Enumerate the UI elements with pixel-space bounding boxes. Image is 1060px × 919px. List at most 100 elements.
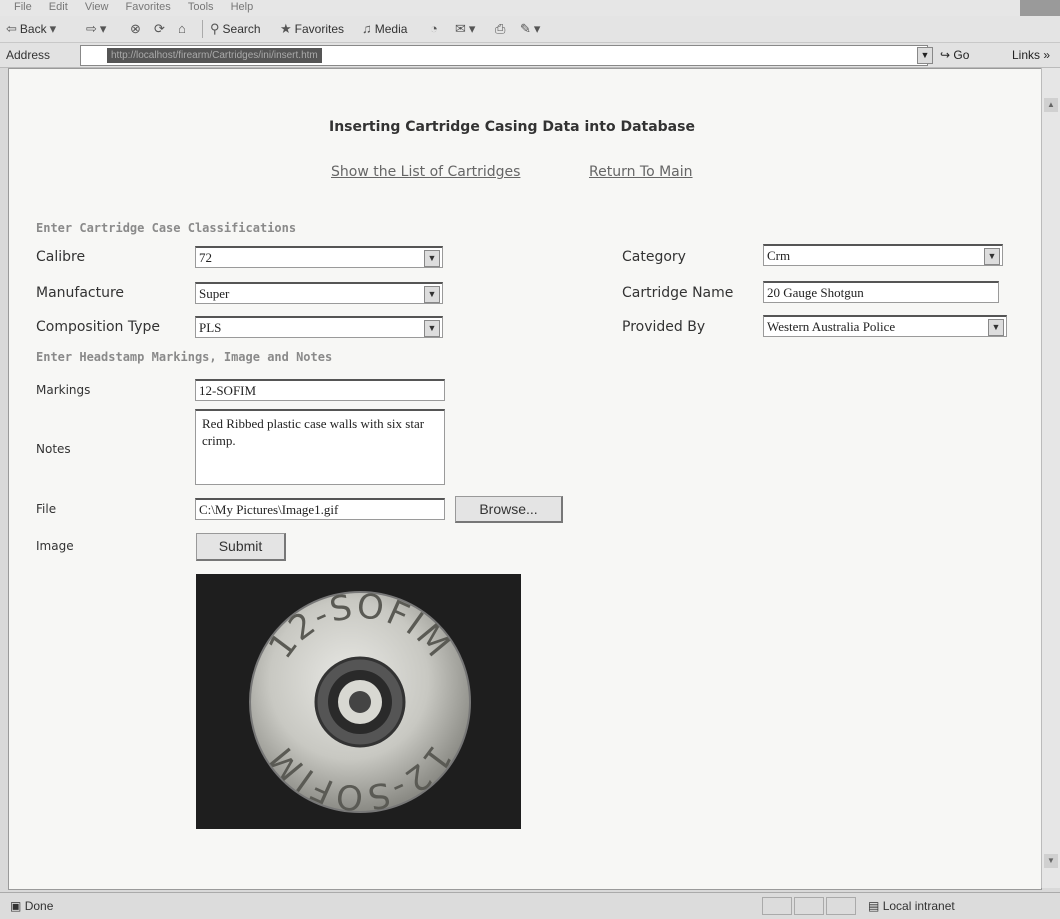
home-icon: ⌂ [178,21,186,36]
edit-icon: ✎ [520,21,531,36]
status-cell [826,897,856,915]
markings-value: 12-SOFIM [199,383,257,398]
history-button[interactable]: ◔ [430,21,438,36]
zone-indicator: ▤ Local intranet [868,899,955,913]
manufacture-select[interactable]: Super ▼ [195,282,443,304]
section-headstamp-heading: Enter Headstamp Markings, Image and Note… [36,350,333,364]
chevron-down-icon: ▾ [533,21,541,36]
calibre-value: 72 [199,250,212,265]
return-main-link[interactable]: Return To Main [589,164,693,180]
windows-logo-icon [1020,0,1060,16]
section-classifications-heading: Enter Cartridge Case Classifications [36,221,297,235]
category-value: Crm [767,248,791,263]
category-label: Category [622,249,686,265]
back-label: Back [19,22,47,36]
menu-bar: File Edit View Favorites Tools Help [0,0,1060,16]
page-done-icon: ▣ [10,899,22,913]
file-value: C:\My Pictures\Image1.gif [199,502,339,517]
address-label: Address [6,48,51,62]
go-button[interactable]: ↪ Go [940,48,969,62]
status-done-label: Done [24,899,54,913]
scroll-up-icon[interactable]: ▲ [1044,98,1058,112]
file-label: File [36,502,57,516]
go-arrow-icon: ↪ [940,48,951,62]
notes-textarea[interactable]: Red Ribbed plastic case walls with six s… [195,409,445,485]
provided-by-select[interactable]: Western Australia Police ▼ [763,315,1007,337]
address-bar: Address http://localhost/firearm/Cartrid… [0,43,1060,68]
chevron-down-icon: ▾ [468,21,476,36]
zone-label: Local intranet [882,899,955,913]
browse-button[interactable]: Browse... [455,496,563,523]
menu-file[interactable]: File [14,1,32,13]
media-button[interactable]: ♫ Media [362,21,407,36]
composition-label: Composition Type [36,319,161,335]
markings-label: Markings [36,383,91,397]
manufacture-value: Super [199,286,230,301]
mail-button[interactable]: ✉ ▾ [455,21,475,37]
show-list-link[interactable]: Show the List of Cartridges [331,164,520,180]
browser-toolbar: ⇦ Back ▾ ⇨ ▾ ⊗ ⟳ ⌂ ⚲ Search ★ Favorites … [0,16,1060,43]
address-input[interactable]: http://localhost/firearm/Cartridges/ini/… [80,45,928,66]
status-text: ▣ Done [10,899,53,913]
toolbar-divider [202,20,203,38]
menu-favorites[interactable]: Favorites [126,1,171,13]
composition-value: PLS [199,320,222,335]
cartridge-name-input[interactable]: 20 Gauge Shotgun [763,281,999,303]
category-select[interactable]: Crm ▼ [763,244,1003,266]
favorites-button[interactable]: ★ Favorites [280,21,344,37]
search-button[interactable]: ⚲ Search [210,21,261,37]
media-label: Media [374,21,408,36]
headstamp-image: 12-SOFIM 12-SOFIM [196,574,521,829]
stop-button[interactable]: ⊗ [130,21,141,37]
provided-by-value: Western Australia Police [767,319,896,334]
refresh-icon: ⟳ [154,21,165,36]
chevron-down-icon[interactable]: ▼ [988,319,1004,336]
calibre-label: Calibre [36,249,86,265]
chevron-down-icon[interactable]: ▼ [424,286,440,303]
provided-by-label: Provided By [622,319,706,335]
page-content: Inserting Cartridge Casing Data into Dat… [8,68,1042,890]
search-icon: ⚲ [210,21,220,36]
status-cell [762,897,792,915]
manufacture-label: Manufacture [36,285,125,301]
mail-icon: ✉ [455,21,466,36]
notes-label: Notes [36,442,71,456]
history-icon: ◔ [430,21,438,36]
back-button[interactable]: ⇦ Back ▾ [6,21,56,37]
refresh-button[interactable]: ⟳ [154,21,165,37]
edit-button[interactable]: ✎ ▾ [520,21,540,37]
print-button[interactable]: ⎙ [495,21,505,37]
page-title: Inserting Cartridge Casing Data into Dat… [329,119,695,135]
file-input[interactable]: C:\My Pictures\Image1.gif [195,498,445,520]
headstamp-photo: 12-SOFIM 12-SOFIM [196,574,521,829]
stop-icon: ⊗ [130,21,141,36]
favorites-label: Favorites [294,22,345,36]
chevron-down-icon[interactable]: ▼ [984,248,1000,265]
chevron-down-icon[interactable]: ▼ [424,250,440,267]
calibre-select[interactable]: 72 ▼ [195,246,443,268]
links-button[interactable]: Links » [1012,48,1050,62]
search-label: Search [222,22,261,36]
forward-button[interactable]: ⇨ ▾ [86,21,106,37]
home-button[interactable]: ⌂ [178,21,186,36]
star-icon: ★ [280,21,292,36]
printer-icon: ⎙ [495,21,506,36]
chevron-down-icon[interactable]: ▼ [424,320,440,337]
address-dropdown-button[interactable]: ▼ [917,47,933,64]
media-icon: ♫ [362,21,372,36]
cartridge-name-label: Cartridge Name [622,285,734,301]
address-url: http://localhost/firearm/Cartridges/ini/… [107,48,322,63]
image-label: Image [36,539,74,553]
menu-view[interactable]: View [85,1,109,13]
forward-arrow-icon: ⇨ [86,21,97,36]
menu-tools[interactable]: Tools [188,1,214,13]
scroll-down-icon[interactable]: ▼ [1044,854,1058,868]
vertical-scrollbar[interactable]: ▲ ▼ [1041,68,1060,888]
markings-input[interactable]: 12-SOFIM [195,379,445,401]
menu-help[interactable]: Help [231,1,254,13]
composition-select[interactable]: PLS ▼ [195,316,443,338]
menu-edit[interactable]: Edit [49,1,68,13]
status-bar: ▣ Done ▤ Local intranet [0,892,1060,919]
submit-button[interactable]: Submit [196,533,286,561]
notes-value: Red Ribbed plastic case walls with six s… [202,416,425,448]
